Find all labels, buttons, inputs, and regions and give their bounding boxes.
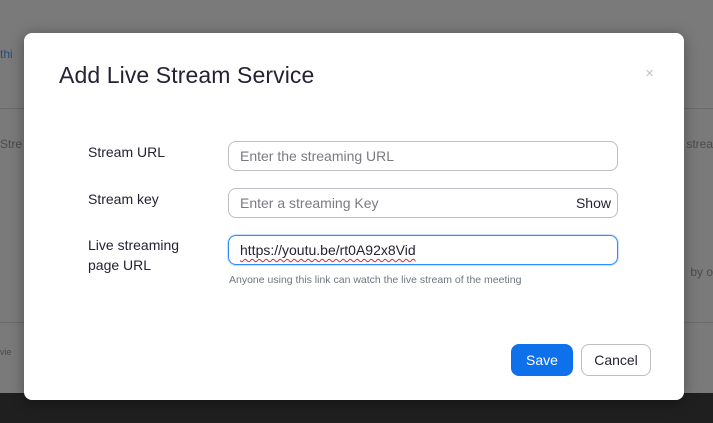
stream-key-field[interactable]: Show [228, 188, 618, 218]
page-url-label-line2: page URL [88, 257, 152, 273]
show-key-button[interactable]: Show [576, 195, 617, 211]
page-url-helper-text: Anyone using this link can watch the liv… [229, 274, 522, 286]
background-text-fragment: strea [686, 137, 713, 151]
background-text-fragment: thi [0, 47, 13, 61]
page-url-label: Live streaming page URL [88, 235, 179, 275]
page-url-field[interactable]: https://youtu.be/rt0A92x8Vid [228, 235, 618, 265]
page-url-input[interactable]: https://youtu.be/rt0A92x8Vid [229, 242, 617, 258]
stream-url-label: Stream URL [88, 144, 166, 160]
stream-url-field[interactable] [228, 141, 618, 171]
page-url-label-line1: Live streaming [88, 237, 180, 253]
stream-key-label: Stream key [88, 191, 159, 207]
save-button[interactable]: Save [511, 344, 573, 376]
dialog-title: Add Live Stream Service [59, 62, 315, 88]
background-text-fragment: Stre [0, 137, 23, 151]
background-text-fragment: vie [0, 347, 12, 357]
stream-url-input[interactable] [229, 142, 617, 170]
background-text-fragment: by o [690, 265, 713, 279]
add-live-stream-dialog: Add Live Stream Service × Stream URL Str… [24, 33, 684, 400]
close-icon[interactable]: × [645, 66, 654, 81]
stream-key-input[interactable] [229, 189, 576, 217]
cancel-button[interactable]: Cancel [581, 344, 651, 376]
